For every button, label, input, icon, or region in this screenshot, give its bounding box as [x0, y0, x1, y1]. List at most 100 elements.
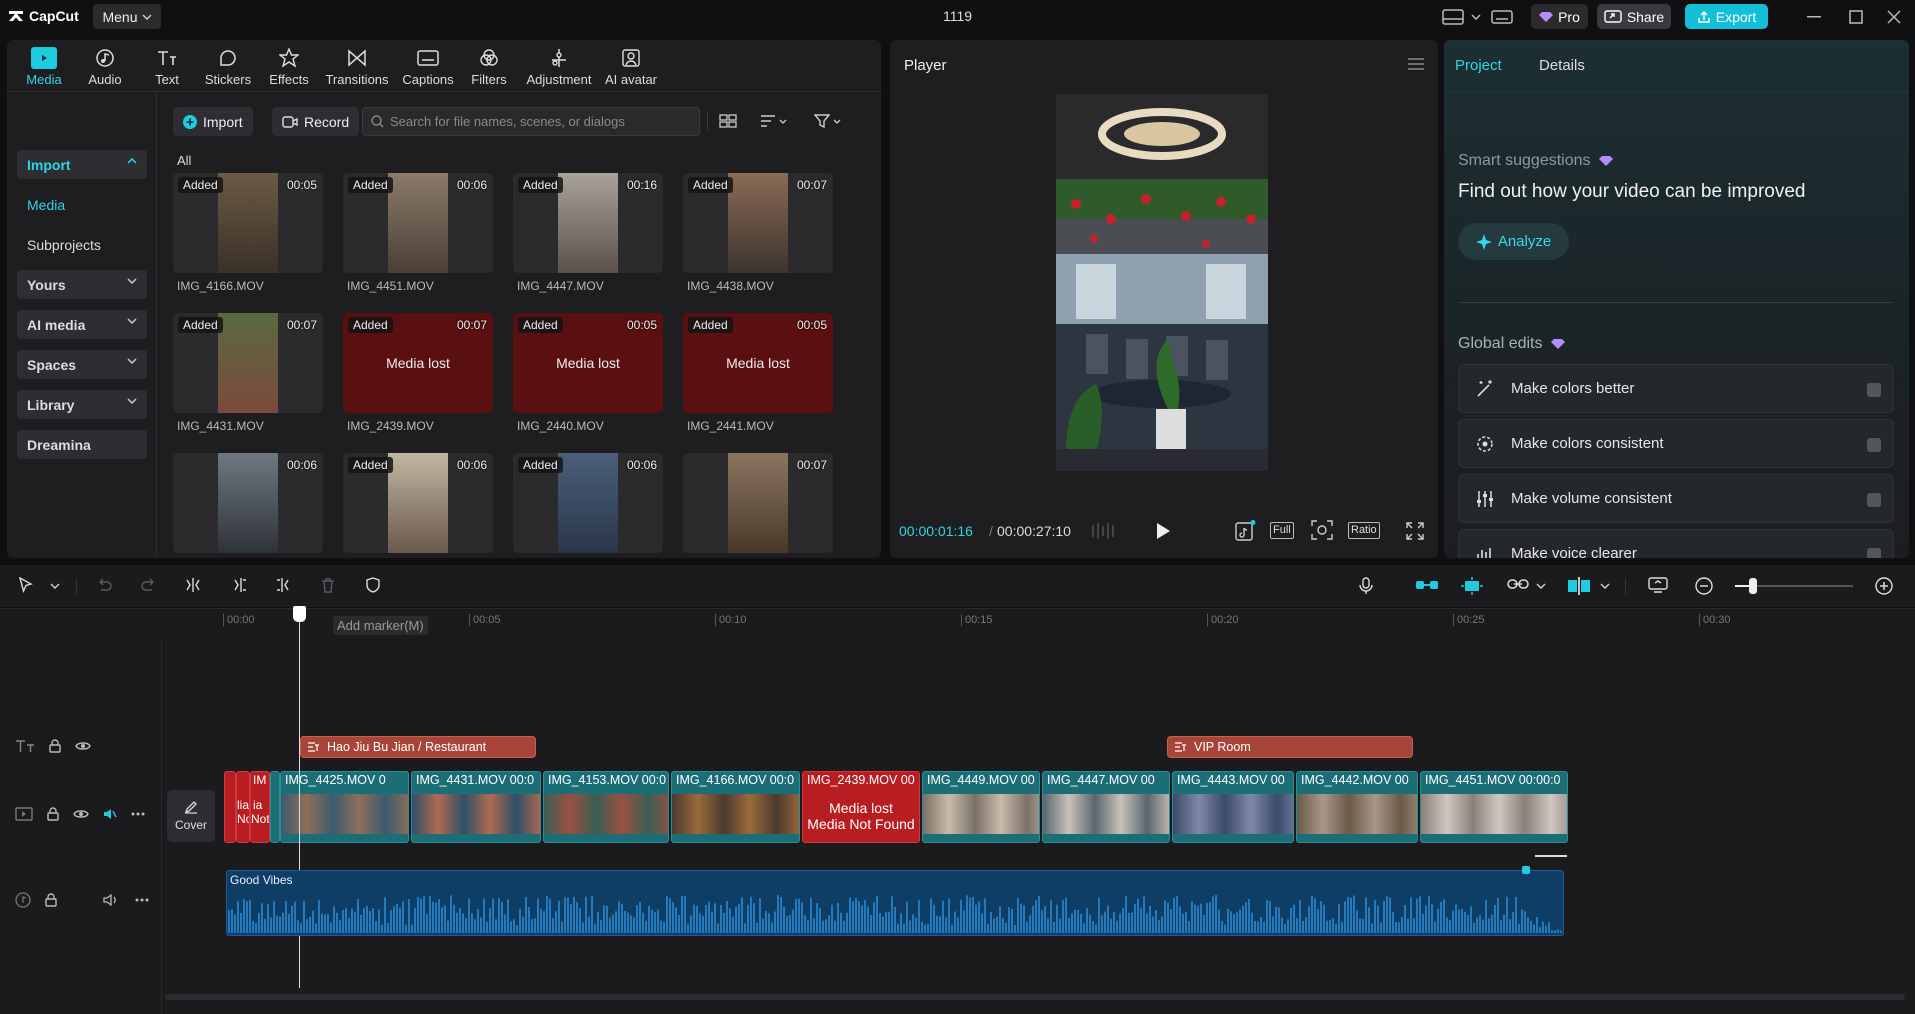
keyboard-icon[interactable]: [1490, 7, 1514, 27]
tab-filters[interactable]: Filters: [459, 47, 519, 87]
chevron-down-icon[interactable]: [1470, 7, 1482, 27]
video-clip-lost[interactable]: IM ia Not: [250, 771, 270, 843]
sort-button[interactable]: [760, 114, 787, 128]
preview-video[interactable]: [1056, 94, 1268, 471]
video-clip[interactable]: [270, 771, 280, 843]
minimize-icon[interactable]: [1804, 7, 1824, 27]
keyframe-marker[interactable]: [1522, 866, 1530, 874]
media-thumbnail[interactable]: Added 00:07: [173, 313, 323, 413]
analyze-button[interactable]: Analyze: [1458, 223, 1569, 260]
import-button[interactable]: Import: [173, 107, 253, 136]
chevron-down-icon[interactable]: [50, 583, 60, 589]
sidebar-item-media[interactable]: Media: [17, 190, 147, 219]
toggle[interactable]: [1867, 438, 1881, 452]
hamburger-icon[interactable]: [1408, 58, 1424, 70]
toggle[interactable]: [1867, 493, 1881, 507]
media-thumbnail[interactable]: Added 00:07: [683, 173, 833, 273]
tab-transitions[interactable]: Transitions: [317, 47, 397, 87]
ratio-button[interactable]: Ratio: [1348, 522, 1380, 539]
video-clip[interactable]: IMG_4443.MOV 00: [1172, 771, 1294, 843]
tab-effects[interactable]: Effects: [261, 47, 317, 87]
video-clip-lost[interactable]: [224, 771, 236, 843]
menu-button[interactable]: Menu: [93, 4, 161, 29]
video-clip-lost[interactable]: lia No: [236, 771, 250, 843]
sidebar-item-subprojects[interactable]: Subprojects: [17, 230, 147, 259]
filter-button[interactable]: [814, 114, 841, 128]
cover-button[interactable]: Cover: [167, 790, 215, 842]
lock-icon[interactable]: [45, 893, 57, 907]
media-thumbnail[interactable]: 00:07: [683, 453, 833, 553]
media-thumbnail[interactable]: Added 00:06: [343, 173, 493, 273]
redo-icon[interactable]: [140, 577, 158, 593]
video-clip[interactable]: IMG_4431.MOV 00:0: [411, 771, 541, 843]
zoom-in-icon[interactable]: [1875, 577, 1893, 595]
tiktok-icon[interactable]: [1234, 520, 1256, 542]
preview-axis-icon[interactable]: [1567, 577, 1591, 595]
video-clip-lost[interactable]: IMG_2439.MOV 00 Media lost Media Not Found: [802, 771, 920, 843]
zoom-out-icon[interactable]: [1695, 577, 1713, 595]
auto-snap-icon[interactable]: [1461, 577, 1483, 595]
tab-ai-avatar[interactable]: AI avatar: [599, 47, 663, 87]
sidebar-item-spaces[interactable]: Spaces: [17, 350, 147, 379]
toggle[interactable]: [1867, 548, 1881, 558]
video-track[interactable]: lia No IM ia Not IMG_4425.MOV 0 IMG_4431.…: [224, 771, 1570, 844]
text-clip[interactable]: VIP Room: [1167, 736, 1413, 758]
video-clip[interactable]: IMG_4449.MOV 00: [922, 771, 1040, 843]
sidebar-item-import[interactable]: Import: [17, 150, 147, 179]
fullscreen-icon[interactable]: [1406, 522, 1424, 540]
media-thumbnail[interactable]: Added 00:06: [343, 453, 493, 553]
global-edit-volume-consistent[interactable]: Make volume consistent: [1458, 474, 1894, 523]
layout-icon[interactable]: [1441, 7, 1465, 27]
microphone-icon[interactable]: [1359, 577, 1373, 595]
lock-icon[interactable]: [47, 807, 59, 821]
audio-clip[interactable]: Good Vibes: [226, 870, 1564, 936]
video-clip[interactable]: IMG_4442.MOV 00: [1296, 771, 1418, 843]
search-input[interactable]: [390, 114, 690, 129]
video-clip[interactable]: IMG_4447.MOV 00: [1042, 771, 1170, 843]
lock-icon[interactable]: [49, 739, 61, 753]
grid-view-icon[interactable]: [719, 114, 737, 128]
media-thumbnail[interactable]: Added 00:16: [513, 173, 663, 273]
volume-icon[interactable]: [103, 893, 119, 907]
media-thumbnail[interactable]: Added 00:05: [173, 173, 323, 273]
share-button[interactable]: Share: [1597, 4, 1671, 29]
media-thumbnail[interactable]: 00:06: [173, 453, 323, 553]
link-icon[interactable]: [1507, 577, 1529, 591]
media-thumbnail[interactable]: Added 00:06: [513, 453, 663, 553]
tab-audio[interactable]: Audio: [77, 47, 133, 87]
global-edit-colors-better[interactable]: Make colors better: [1458, 364, 1894, 413]
fade-handle[interactable]: [1535, 855, 1567, 857]
sidebar-item-dreamina[interactable]: Dreamina: [17, 430, 147, 459]
play-button[interactable]: [1155, 522, 1171, 540]
more-icon[interactable]: [131, 812, 145, 816]
audio-mute-icon[interactable]: [103, 807, 117, 821]
time-ruler[interactable]: 00:00 00:05 00:10 00:15 00:20 00:25 00:30: [223, 608, 1915, 632]
playhead-handle[interactable]: [293, 606, 306, 622]
tab-captions[interactable]: Captions: [395, 47, 461, 87]
sidebar-item-yours[interactable]: Yours: [17, 270, 147, 299]
close-icon[interactable]: [1884, 7, 1904, 27]
sidebar-item-library[interactable]: Library: [17, 390, 147, 419]
video-clip[interactable]: IMG_4451.MOV 00:00:0: [1420, 771, 1568, 843]
eye-icon[interactable]: [75, 740, 91, 752]
tab-details[interactable]: Details: [1539, 57, 1585, 74]
text-clip[interactable]: Hao Jiu Bu Jian / Restaurant: [300, 736, 536, 758]
delete-icon[interactable]: [320, 577, 336, 593]
select-tool-icon[interactable]: [19, 577, 33, 593]
pro-button[interactable]: Pro: [1531, 4, 1588, 29]
tab-stickers[interactable]: Stickers: [195, 47, 261, 87]
horizontal-scrollbar[interactable]: [165, 994, 1905, 1000]
eye-icon[interactable]: [73, 808, 89, 820]
export-button[interactable]: Export: [1685, 4, 1768, 29]
main-track-magnet-icon[interactable]: [1415, 577, 1439, 593]
screenshot-icon[interactable]: [1311, 520, 1333, 540]
shield-icon[interactable]: [365, 577, 381, 593]
chevron-down-icon[interactable]: [1600, 583, 1610, 589]
maximize-icon[interactable]: [1846, 7, 1866, 27]
split-left-icon[interactable]: [231, 577, 247, 593]
global-edit-voice-clearer[interactable]: Make voice clearer: [1458, 529, 1894, 558]
global-edit-colors-consistent[interactable]: Make colors consistent: [1458, 419, 1894, 468]
more-icon[interactable]: [135, 898, 149, 902]
waveform-icon[interactable]: [1091, 521, 1117, 541]
timeline[interactable]: 00:00 00:05 00:10 00:15 00:20 00:25 00:30 Add …: [0, 606, 1915, 1014]
